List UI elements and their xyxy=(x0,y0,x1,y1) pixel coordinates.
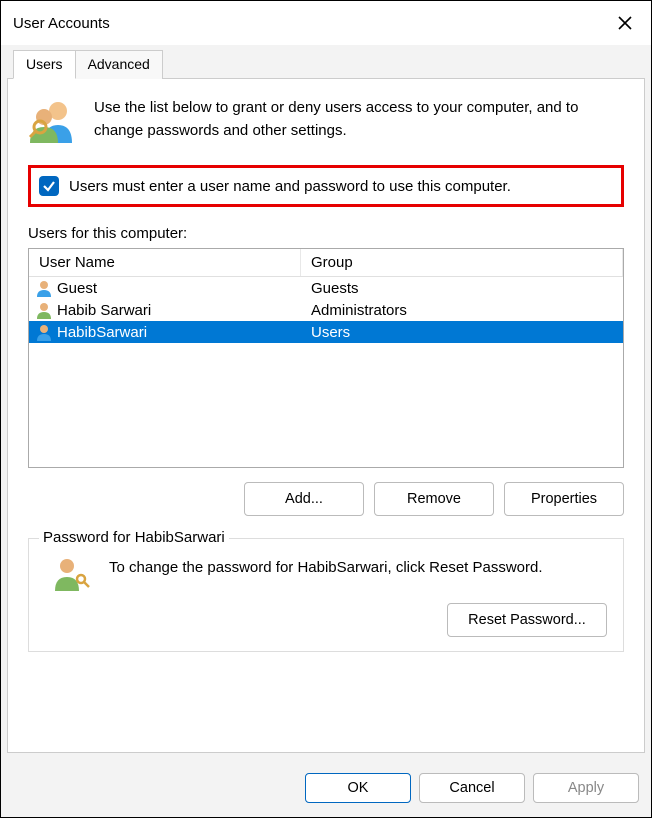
password-groupbox: Password for HabibSarwari To change the … xyxy=(28,538,624,652)
user-key-icon xyxy=(51,557,91,591)
list-header: User Name Group xyxy=(29,249,623,277)
password-text: To change the password for HabibSarwari,… xyxy=(109,557,543,580)
column-group[interactable]: Group xyxy=(301,249,623,276)
cell-group: Users xyxy=(301,324,623,341)
properties-button[interactable]: Properties xyxy=(504,482,624,516)
remove-button[interactable]: Remove xyxy=(374,482,494,516)
ok-button[interactable]: OK xyxy=(305,773,411,803)
cell-group: Administrators xyxy=(301,302,623,319)
tab-users[interactable]: Users xyxy=(13,50,76,79)
user-icon xyxy=(35,323,53,341)
user-icon xyxy=(35,279,53,297)
reset-password-button[interactable]: Reset Password... xyxy=(447,603,607,637)
tab-advanced[interactable]: Advanced xyxy=(76,50,163,79)
list-item[interactable]: Guest Guests xyxy=(29,277,623,299)
checkmark-icon xyxy=(42,179,56,193)
cancel-button[interactable]: Cancel xyxy=(419,773,525,803)
users-icon xyxy=(28,97,76,145)
list-item[interactable]: HabibSarwari Users xyxy=(29,321,623,343)
intro-section: Use the list below to grant or deny user… xyxy=(28,97,624,145)
user-buttons-row: Add... Remove Properties xyxy=(28,482,624,516)
list-item[interactable]: Habib Sarwari Administrators xyxy=(29,299,623,321)
checkbox-label: Users must enter a user name and passwor… xyxy=(69,178,511,195)
close-icon xyxy=(617,15,633,31)
highlighted-checkbox-area: Users must enter a user name and passwor… xyxy=(28,165,624,207)
cell-username: Guest xyxy=(57,280,301,297)
groupbox-title: Password for HabibSarwari xyxy=(39,529,229,546)
close-button[interactable] xyxy=(611,9,639,37)
password-row: To change the password for HabibSarwari,… xyxy=(45,557,607,591)
content-area: Users Advanced Use the list below to gra… xyxy=(1,45,651,759)
add-button[interactable]: Add... xyxy=(244,482,364,516)
users-for-label: Users for this computer: xyxy=(28,225,624,242)
users-must-enter-checkbox[interactable] xyxy=(39,176,59,196)
dialog-footer: OK Cancel Apply xyxy=(1,759,651,817)
window-title: User Accounts xyxy=(13,15,110,32)
user-icon xyxy=(35,301,53,319)
user-list[interactable]: User Name Group Guest Guests Habib Sarwa… xyxy=(28,248,624,468)
tab-strip: Users Advanced xyxy=(7,49,645,78)
cell-username: HabibSarwari xyxy=(57,324,301,341)
cell-username: Habib Sarwari xyxy=(57,302,301,319)
tab-pane: Use the list below to grant or deny user… xyxy=(7,78,645,753)
cell-group: Guests xyxy=(301,280,623,297)
apply-button: Apply xyxy=(533,773,639,803)
password-button-row: Reset Password... xyxy=(45,603,607,637)
intro-text: Use the list below to grant or deny user… xyxy=(94,97,624,142)
column-username[interactable]: User Name xyxy=(29,249,301,276)
title-bar: User Accounts xyxy=(1,1,651,45)
